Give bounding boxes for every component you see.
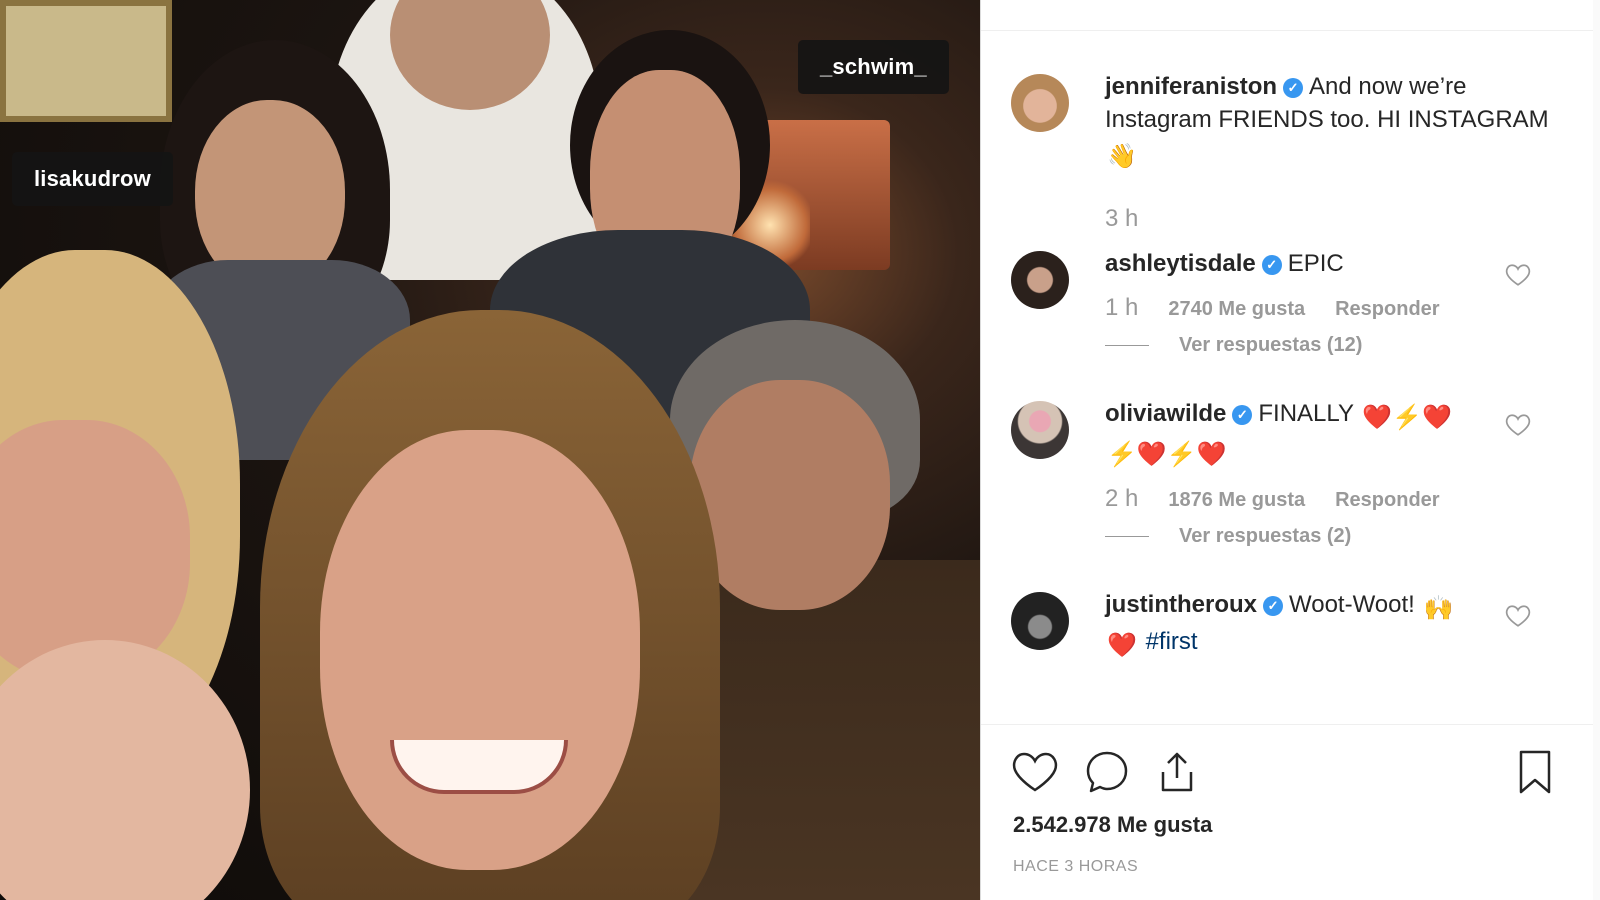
avatar-jenniferaniston[interactable]: [1011, 74, 1069, 132]
bolt-heart-emoji: ⚡❤️⚡❤️: [1107, 441, 1227, 468]
small-heart-icon[interactable]: [1505, 263, 1531, 287]
post-timestamp[interactable]: HACE 3 HORAS: [1013, 858, 1138, 876]
reply-button[interactable]: Responder: [1335, 489, 1439, 512]
raising-hands-emoji: 🙌: [1423, 595, 1454, 622]
comment-meta: 1 h 2740 Me gusta Responder: [1105, 294, 1571, 322]
hashtag-link[interactable]: #first: [1146, 628, 1198, 655]
small-heart-icon[interactable]: [1505, 413, 1531, 437]
divider: [981, 724, 1593, 725]
comment-meta: 2 h 1876 Me gusta Responder: [1105, 485, 1571, 513]
heart-bolt-emoji: ❤️⚡❤️: [1362, 404, 1452, 431]
avatar-ashleytisdale[interactable]: [1011, 251, 1069, 309]
comment-item: justintheroux ✓ Woot-Woot! 🙌 ❤️ #first: [1011, 588, 1571, 662]
comment-icon[interactable]: [1083, 748, 1131, 796]
comment-item: oliviawilde ✓ FINALLY ❤️⚡❤️ ⚡❤️⚡❤️ 2 h 187…: [1011, 397, 1571, 548]
verified-badge-icon: ✓: [1263, 596, 1284, 616]
person-blonde-shoulder: [0, 640, 250, 900]
comment-time: 1 h: [1105, 294, 1139, 321]
comment-text: FINALLY: [1258, 400, 1354, 427]
user-tag-schwim[interactable]: _schwim_: [798, 40, 949, 94]
reply-button[interactable]: Responder: [1335, 298, 1439, 321]
divider: [981, 30, 1593, 31]
comment-text: Woot-Woot!: [1289, 591, 1415, 618]
wall-frame: [0, 0, 172, 122]
person-grey-face: [690, 380, 890, 610]
comment-username[interactable]: oliviawilde: [1105, 400, 1226, 427]
view-replies-label: Ver respuestas (2): [1179, 525, 1352, 547]
caption: jenniferaniston ✓ And now we’re Instagram …: [1011, 70, 1571, 233]
person-front-face: [320, 430, 640, 870]
view-replies-link[interactable]: Ver respuestas (12): [1105, 334, 1571, 357]
user-tag-lisakudrow[interactable]: lisakudrow: [12, 152, 173, 206]
comment-username[interactable]: justintheroux: [1105, 591, 1257, 618]
post-like-count[interactable]: 2.542.978 Me gusta: [1013, 812, 1212, 838]
comment-likes-link[interactable]: 1876 Me gusta: [1168, 489, 1305, 512]
comment-username[interactable]: ashleytisdale: [1105, 250, 1256, 277]
verified-badge-icon: ✓: [1261, 255, 1282, 275]
divider: [1105, 345, 1149, 346]
comment-time: 2 h: [1105, 485, 1139, 512]
comment-likes-link[interactable]: 2740 Me gusta: [1168, 298, 1305, 321]
avatar-oliviawilde[interactable]: [1011, 401, 1069, 459]
comment-text: EPIC: [1287, 250, 1344, 277]
waving-hand-emoji: 👋: [1107, 143, 1137, 170]
heart-icon[interactable]: [1011, 748, 1059, 796]
caption-time: 3 h: [1105, 205, 1139, 232]
verified-badge-icon: ✓: [1283, 78, 1304, 98]
avatar-justintheroux[interactable]: [1011, 592, 1069, 650]
bookmark-icon[interactable]: [1511, 748, 1559, 796]
small-heart-icon[interactable]: [1505, 604, 1531, 628]
comments-list[interactable]: jenniferaniston ✓ And now we’re Instagram …: [1011, 70, 1571, 662]
verified-badge-icon: ✓: [1232, 405, 1253, 425]
view-replies-label: Ver respuestas (12): [1179, 334, 1363, 356]
person-front-smile: [390, 740, 568, 794]
divider: [1105, 536, 1149, 537]
red-heart-emoji: ❤️: [1107, 632, 1137, 659]
comments-panel: jenniferaniston ✓ And now we’re Instagram …: [980, 0, 1593, 900]
comment-item: ashleytisdale ✓ EPIC 1 h 2740 Me gusta Res…: [1011, 247, 1571, 357]
share-icon[interactable]: [1153, 748, 1201, 796]
post-photo[interactable]: lisakudrow _schwim_: [0, 0, 980, 900]
view-replies-link[interactable]: Ver respuestas (2): [1105, 525, 1571, 548]
caption-username[interactable]: jenniferaniston: [1105, 73, 1277, 100]
